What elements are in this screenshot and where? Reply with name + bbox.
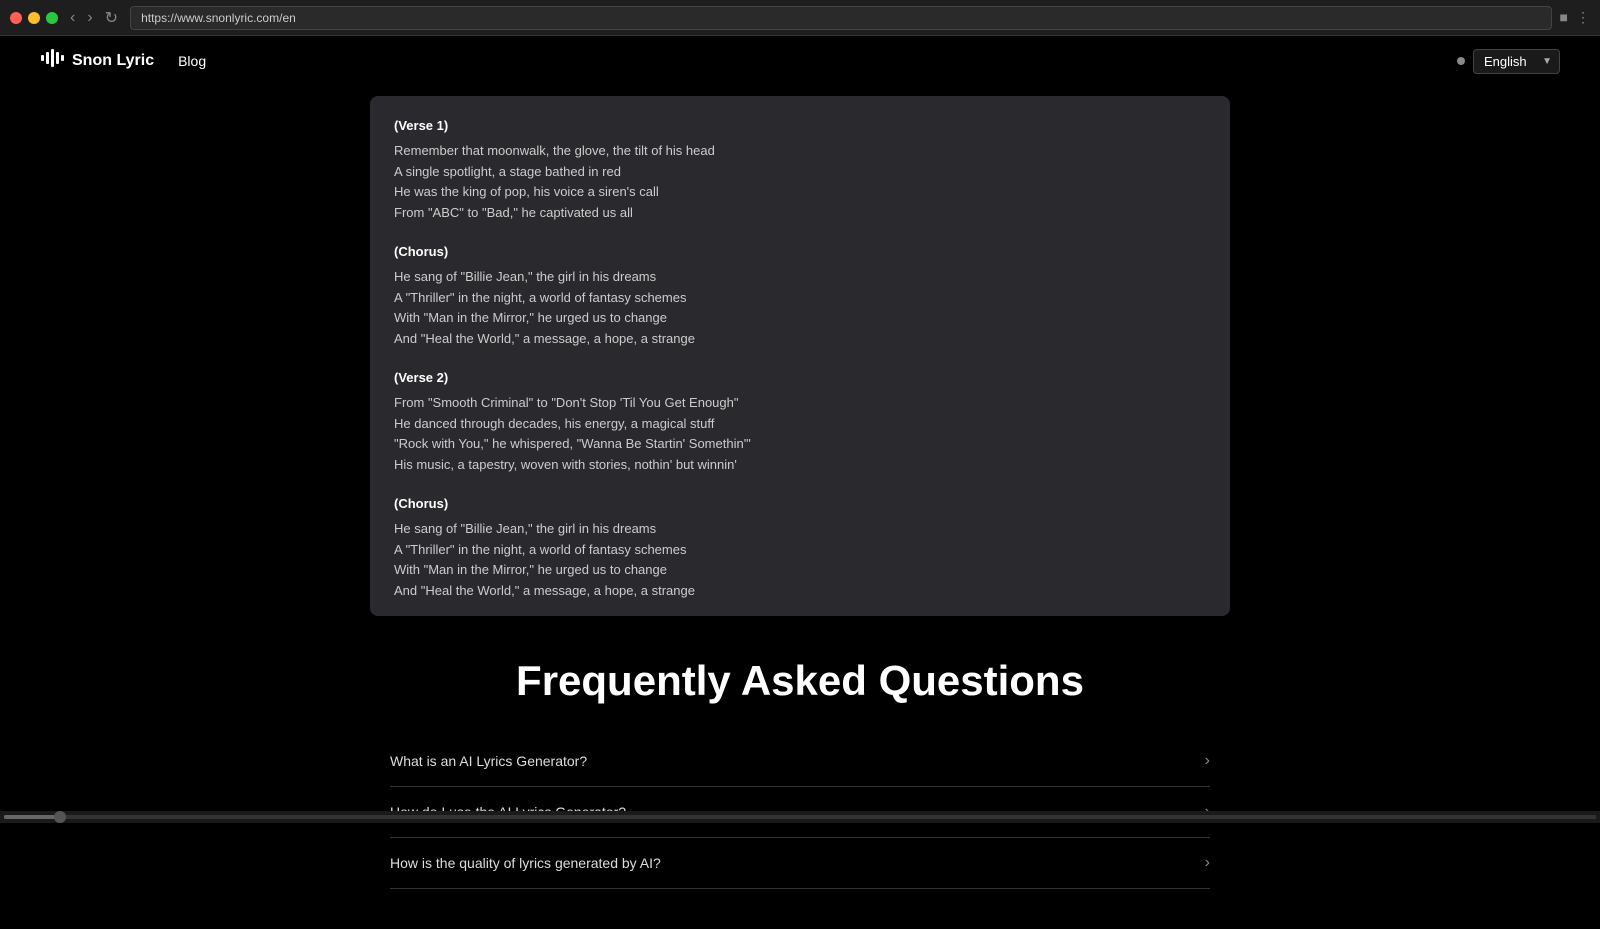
- lyrics-section: (Chorus) He sang of "Billie Jean," the gi…: [394, 242, 1206, 350]
- chevron-right-icon: ›: [1205, 854, 1210, 872]
- lyrics-line: A "Thriller" in the night, a world of fa…: [394, 540, 1206, 561]
- lyrics-line: His music, a tapestry, woven with storie…: [394, 455, 1206, 476]
- lyrics-line: He sang of "Billie Jean," the girl in hi…: [394, 519, 1206, 540]
- lyrics-line: He sang of "Billie Jean," the girl in hi…: [394, 267, 1206, 288]
- lyrics-line: From "ABC" to "Bad," he captivated us al…: [394, 203, 1206, 224]
- menu-icon[interactable]: ⋮: [1576, 9, 1590, 26]
- lyrics-line: A single spotlight, a stage bathed in re…: [394, 162, 1206, 183]
- lyrics-line: With "Man in the Mirror," he urged us to…: [394, 560, 1206, 581]
- back-button[interactable]: ‹: [66, 6, 79, 30]
- lyrics-section-title: (Chorus): [394, 494, 1206, 515]
- close-window-button[interactable]: [10, 12, 22, 24]
- lyrics-section-title: (Chorus): [394, 242, 1206, 263]
- browser-window-controls: [10, 12, 58, 24]
- faq-item[interactable]: How is the quality of lyrics generated b…: [390, 838, 1210, 889]
- lyrics-section: (Verse 1) Remember that moonwalk, the glo…: [394, 116, 1206, 224]
- lyrics-line: And "Heal the World," a message, a hope,…: [394, 329, 1206, 350]
- language-dropdown[interactable]: English Spanish French: [1473, 49, 1560, 74]
- maximize-window-button[interactable]: [46, 12, 58, 24]
- logo-text: Snon Lyric: [72, 52, 154, 70]
- browser-chrome: ‹ › ↻ ■ ⋮: [0, 0, 1600, 36]
- minimize-window-button[interactable]: [28, 12, 40, 24]
- lyrics-section-title: (Verse 1): [394, 116, 1206, 137]
- logo-area: Snon Lyric Blog: [40, 46, 206, 76]
- scroll-track: [4, 815, 1596, 819]
- language-indicator-dot: [1457, 57, 1465, 65]
- browser-toolbar-icons: ■ ⋮: [1560, 9, 1590, 26]
- faq-item[interactable]: What is an AI Lyrics Generator? ›: [390, 736, 1210, 787]
- lyrics-section-title: (Verse 2): [394, 368, 1206, 389]
- logo-icon: [40, 46, 64, 76]
- reload-button[interactable]: ↻: [101, 6, 122, 30]
- language-dropdown-wrapper[interactable]: English Spanish French ▼: [1473, 49, 1560, 74]
- faq-title: Frequently Asked Questions: [390, 656, 1210, 706]
- lyrics-section: (Chorus) He sang of "Billie Jean," the gi…: [394, 494, 1206, 602]
- faq-question: How is the quality of lyrics generated b…: [390, 855, 661, 871]
- address-bar[interactable]: [130, 6, 1551, 30]
- faq-section: Frequently Asked Questions What is an AI…: [370, 656, 1230, 889]
- horizontal-scrollbar[interactable]: [0, 811, 1600, 823]
- site-header: Snon Lyric Blog English Spanish French ▼: [0, 36, 1600, 86]
- lyrics-line: With "Man in the Mirror," he urged us to…: [394, 308, 1206, 329]
- lyrics-line: Remember that moonwalk, the glove, the t…: [394, 141, 1206, 162]
- lyrics-line: And "Heal the World," a message, a hope,…: [394, 581, 1206, 602]
- lyrics-line: From "Smooth Criminal" to "Don't Stop 'T…: [394, 393, 1206, 414]
- blog-link[interactable]: Blog: [178, 53, 206, 69]
- lyrics-card[interactable]: (Verse 1) Remember that moonwalk, the glo…: [370, 96, 1230, 616]
- scroll-handle[interactable]: [54, 811, 66, 823]
- extensions-icon[interactable]: ■: [1560, 9, 1568, 26]
- lyrics-line: He was the king of pop, his voice a sire…: [394, 182, 1206, 203]
- forward-button[interactable]: ›: [83, 6, 96, 30]
- lyrics-section: (Verse 2) From "Smooth Criminal" to "Don'…: [394, 368, 1206, 476]
- lyrics-line: A "Thriller" in the night, a world of fa…: [394, 288, 1206, 309]
- chevron-right-icon: ›: [1205, 752, 1210, 770]
- faq-question: What is an AI Lyrics Generator?: [390, 753, 587, 769]
- lyrics-line: He danced through decades, his energy, a…: [394, 414, 1206, 435]
- browser-nav-buttons: ‹ › ↻: [66, 6, 122, 30]
- main-content: (Verse 1) Remember that moonwalk, the glo…: [350, 86, 1250, 929]
- language-selector: English Spanish French ▼: [1457, 49, 1560, 74]
- lyrics-line: "Rock with You," he whispered, "Wanna Be…: [394, 434, 1206, 455]
